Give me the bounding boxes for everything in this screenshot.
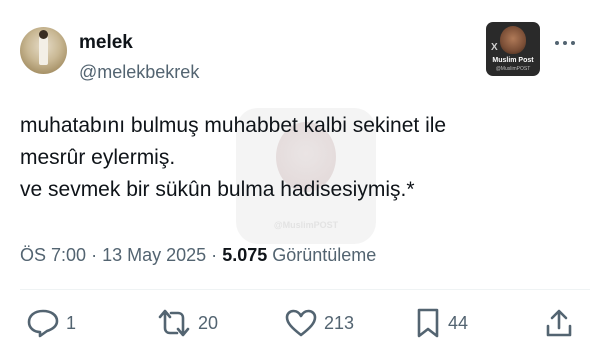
more-icon[interactable] [553, 36, 577, 50]
views-label: Görüntüleme [272, 245, 377, 265]
tweet-card: melek @melekbekrek X Muslim Post @Muslim… [0, 0, 610, 359]
meta-separator: · [211, 245, 218, 265]
action-bar: 1 20 213 44 [0, 303, 610, 343]
reply-button[interactable]: 1 [26, 303, 76, 343]
retweet-icon [158, 309, 190, 337]
views-count: 5.075 [222, 245, 268, 265]
author-handle[interactable]: @melekbekrek [79, 62, 199, 83]
tweet-line: muhatabını bulmuş muhabbet kalbi sekinet… [20, 114, 447, 137]
divider [20, 289, 590, 290]
tweet-time[interactable]: ÖS 7:00 [20, 245, 86, 265]
source-badge: X Muslim Post @MuslimPOST [486, 22, 540, 76]
tweet-date[interactable]: 13 May 2025 [102, 245, 206, 265]
like-count: 213 [324, 312, 355, 333]
tweet-meta: ÖS 7:00 · 13 May 2025 · 5.075 Görüntülem… [20, 245, 376, 266]
avatar-head [39, 30, 48, 39]
retweet-button[interactable]: 20 [156, 303, 218, 343]
share-icon [546, 309, 572, 337]
bookmark-icon [417, 308, 439, 338]
avatar-figure [39, 35, 48, 65]
badge-title: Muslim Post [492, 57, 534, 64]
share-button[interactable] [544, 303, 574, 343]
meta-separator: · [91, 245, 98, 265]
badge-subtitle: @MuslimPOST [495, 66, 531, 72]
like-icon [285, 309, 317, 337]
badge-portrait [500, 26, 526, 54]
author-display-name[interactable]: melek [79, 32, 133, 54]
like-button[interactable]: 213 [284, 303, 354, 343]
retweet-count: 20 [198, 312, 219, 333]
tweet-line: ve sevmek bir sükûn bulma hadisesiymiş.* [20, 178, 415, 201]
tweet-text: muhatabını bulmuş muhabbet kalbi sekinet… [20, 110, 590, 206]
bookmark-count: 44 [448, 312, 469, 333]
reply-icon [27, 309, 59, 338]
avatar[interactable] [20, 27, 67, 74]
reply-count: 1 [66, 312, 77, 333]
tweet-line: mesrûr eylermiş. [20, 146, 176, 169]
watermark-text: @MuslimPOST [273, 220, 339, 230]
x-logo-icon: X [491, 42, 498, 53]
bookmark-button[interactable]: 44 [414, 303, 468, 343]
